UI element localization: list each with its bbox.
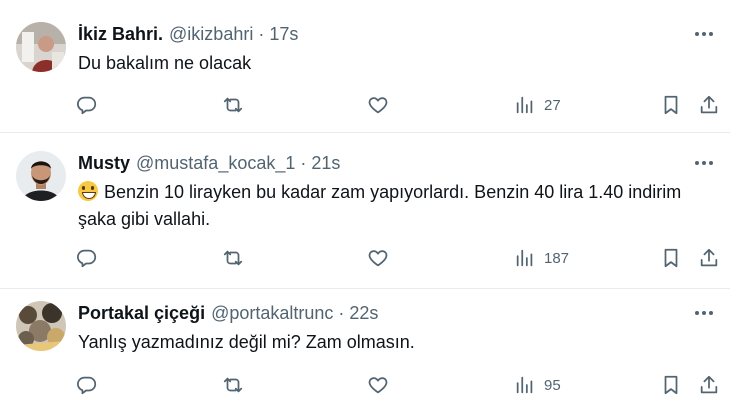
bookmark-button[interactable] [660, 245, 682, 271]
bookmark-button[interactable] [660, 372, 682, 398]
retweet-button[interactable] [222, 92, 244, 118]
separator: · [258, 24, 265, 44]
separator: · [300, 153, 307, 173]
bookmark-icon [664, 248, 678, 268]
tweet[interactable]: İkiz Bahri. @ikizbahri · 17s Du bakalım … [0, 0, 730, 132]
user-handle[interactable]: @portakaltrunc [211, 303, 333, 324]
tweet-actions: 27 [0, 92, 730, 118]
tweet-text: Du bakalım ne olacak [78, 53, 252, 73]
reply-button[interactable] [76, 92, 98, 118]
views-chart-icon [516, 249, 533, 267]
views-chart-icon [516, 376, 533, 394]
tweet-header: Musty @mustafa_kocak_1 · 21s [78, 153, 340, 174]
share-icon [700, 95, 718, 114]
share-icon [700, 375, 718, 394]
more-icon[interactable] [692, 153, 716, 173]
tweet[interactable]: Portakal çiçeği @portakaltrunc · 22s Yan… [0, 288, 730, 420]
timestamp[interactable]: 21s [311, 153, 340, 174]
reply-button[interactable] [76, 372, 98, 398]
tweet-text: Benzin 10 lirayken bu kadar zam yapıyorl… [78, 182, 682, 229]
more-icon[interactable] [692, 24, 716, 44]
user-handle[interactable]: @mustafa_kocak_1 [136, 153, 295, 174]
display-name[interactable]: Portakal çiçeği [78, 303, 205, 324]
heart-icon [368, 97, 388, 114]
like-button[interactable] [367, 92, 389, 118]
tweet-text: Yanlış yazmadınız değil mi? Zam olmasın. [78, 332, 415, 352]
avatar[interactable] [16, 22, 66, 72]
views-chart-icon [516, 96, 533, 114]
grinning-face-emoji [78, 181, 98, 201]
views-button[interactable]: 95 [514, 372, 561, 398]
tweet[interactable]: Musty @mustafa_kocak_1 · 21s Benzin 10 l… [0, 132, 730, 288]
reply-button[interactable] [76, 245, 98, 271]
share-button[interactable] [698, 92, 720, 118]
reply-icon [76, 376, 97, 395]
avatar[interactable] [16, 301, 66, 351]
like-button[interactable] [367, 245, 389, 271]
share-button[interactable] [698, 245, 720, 271]
tweet-header: İkiz Bahri. @ikizbahri · 17s [78, 24, 298, 45]
share-icon [700, 248, 718, 267]
views-button[interactable]: 27 [514, 92, 561, 118]
tweet-header: Portakal çiçeği @portakaltrunc · 22s [78, 303, 378, 324]
share-button[interactable] [698, 372, 720, 398]
user-handle[interactable]: @ikizbahri [169, 24, 253, 45]
like-button[interactable] [367, 372, 389, 398]
views-count: 27 [544, 96, 561, 114]
avatar[interactable] [16, 151, 66, 201]
display-name[interactable]: İkiz Bahri. [78, 24, 163, 45]
views-button[interactable]: 187 [514, 245, 569, 271]
heart-icon [368, 377, 388, 394]
tweet-actions: 187 [0, 245, 730, 271]
retweet-icon [223, 97, 243, 113]
bookmark-icon [664, 375, 678, 395]
tweet-body: Benzin 10 lirayken bu kadar zam yapıyorl… [78, 179, 718, 233]
retweet-button[interactable] [222, 245, 244, 271]
bookmark-icon [664, 95, 678, 115]
display-name[interactable]: Musty [78, 153, 130, 174]
views-count: 187 [544, 249, 570, 267]
bookmark-button[interactable] [660, 92, 682, 118]
timestamp[interactable]: 22s [349, 303, 378, 324]
views-count: 95 [544, 376, 561, 394]
separator: · [338, 303, 345, 323]
retweet-icon [223, 250, 243, 266]
more-icon[interactable] [692, 303, 716, 323]
reply-icon [76, 249, 97, 268]
heart-icon [368, 250, 388, 267]
reply-icon [76, 96, 97, 115]
tweet-actions: 95 [0, 372, 730, 398]
retweet-icon [223, 377, 243, 393]
timestamp[interactable]: 17s [269, 24, 298, 45]
retweet-button[interactable] [222, 372, 244, 398]
